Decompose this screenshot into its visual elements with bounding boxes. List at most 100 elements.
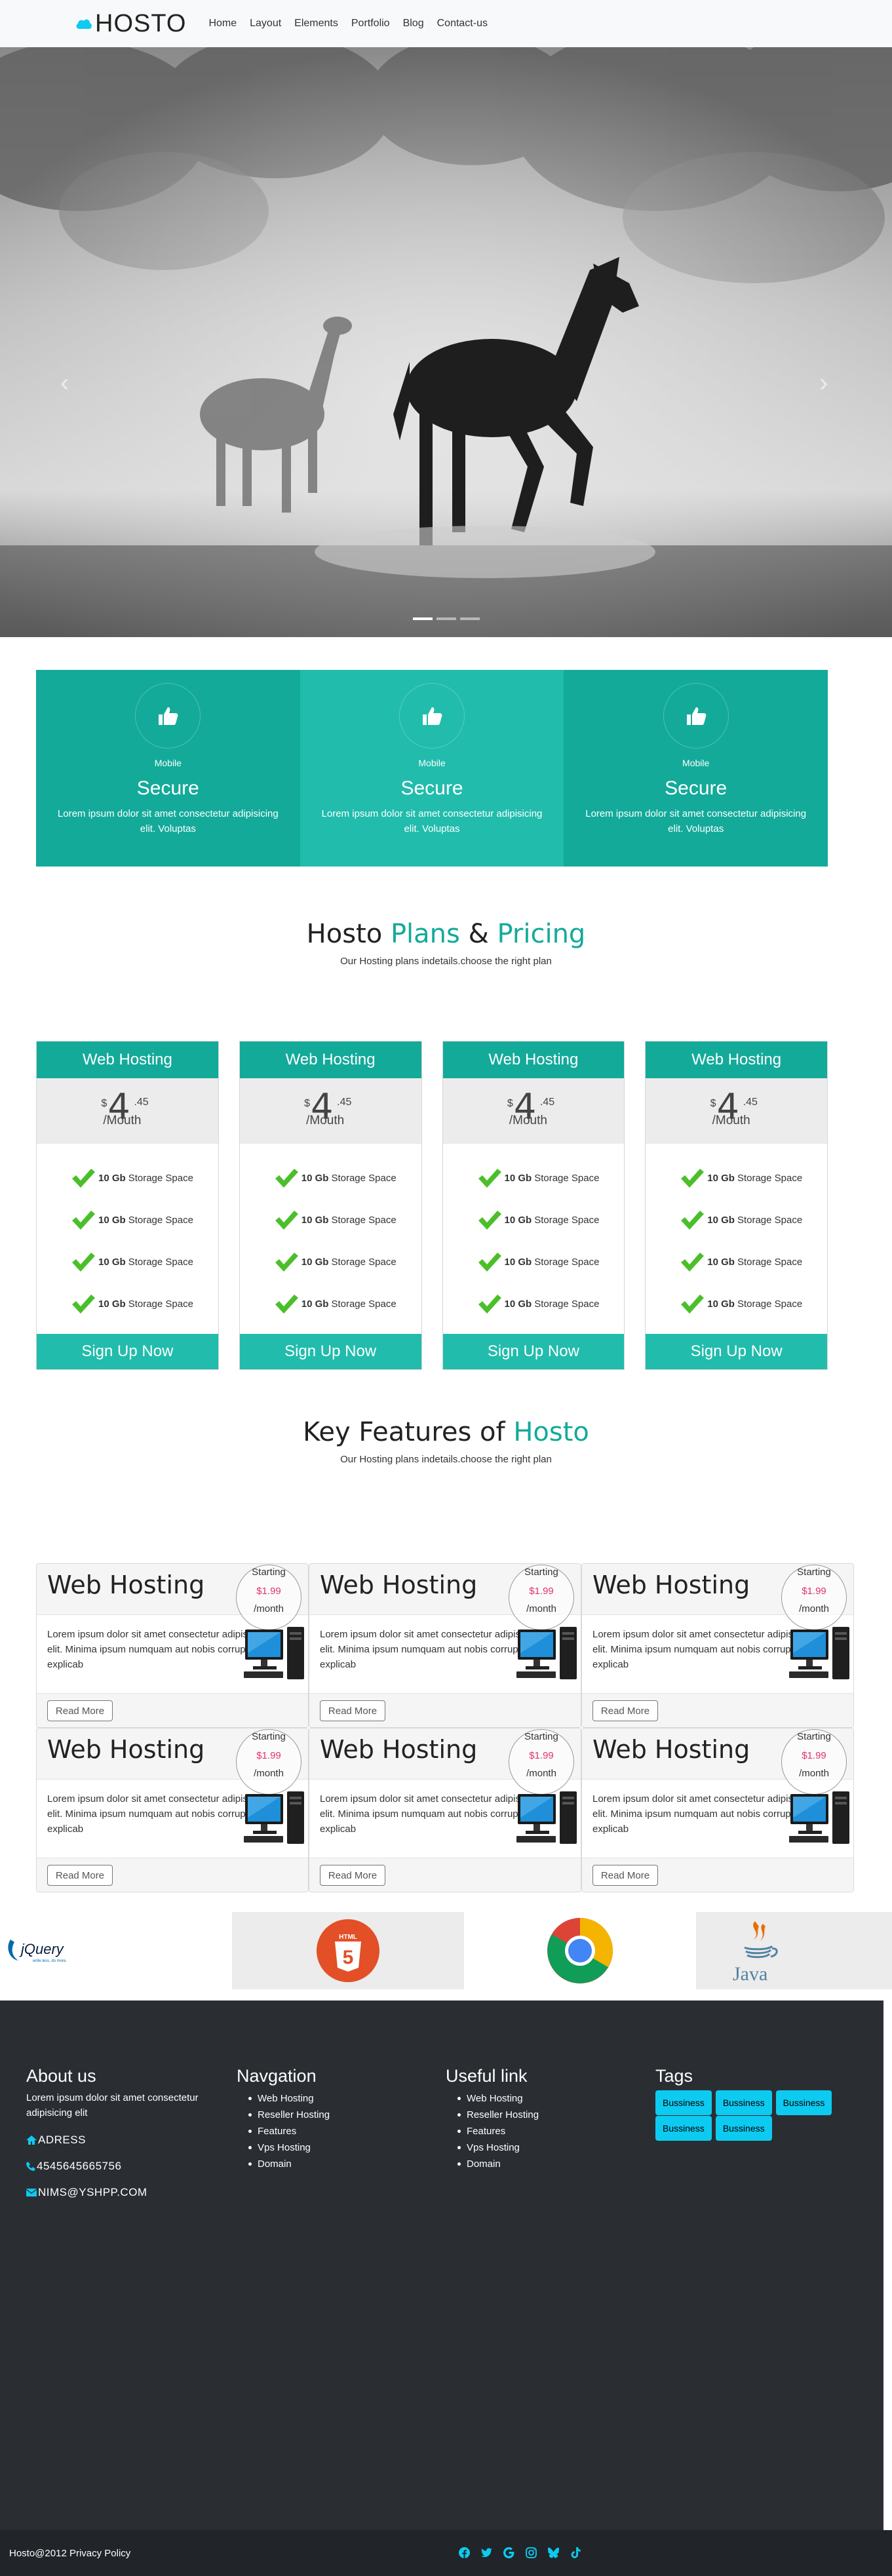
tech-logos: jQuery write less, do more. HTML 5 Java xyxy=(0,1912,892,1989)
nav-link-elements[interactable]: Elements xyxy=(288,18,345,29)
plan-feature-qty: 10 Gb xyxy=(98,1172,126,1184)
plan-price: $ 4 .45 /Mouth xyxy=(442,1078,625,1144)
card-footer: Read More xyxy=(309,1693,581,1727)
card-body: Lorem ipsum dolor sit amet consectetur a… xyxy=(309,1615,581,1694)
feature-category: Mobile xyxy=(682,758,710,768)
read-more-button[interactable]: Read More xyxy=(47,1700,113,1721)
sign-up-button[interactable]: Sign Up Now xyxy=(442,1334,625,1369)
plan-name: Web Hosting xyxy=(239,1042,421,1078)
tag-button[interactable]: Bussiness xyxy=(715,2116,772,2141)
social-links xyxy=(459,2547,581,2558)
read-more-button[interactable]: Read More xyxy=(320,1700,385,1721)
footer-useful-link[interactable]: Features xyxy=(457,2123,539,2139)
plan-price: $ 4 .45 /Mouth xyxy=(37,1078,218,1144)
read-more-button[interactable]: Read More xyxy=(592,1865,658,1886)
card-body: Lorem ipsum dolor sit amet consectetur a… xyxy=(582,1780,853,1858)
card-title: Web Hosting xyxy=(47,1735,205,1764)
carousel-prev-icon[interactable]: ‹ xyxy=(60,368,69,398)
google-icon[interactable] xyxy=(503,2547,514,2558)
facebook-icon[interactable] xyxy=(459,2547,470,2558)
plan-period: /Mouth xyxy=(103,1114,142,1127)
footer-useful-list: Web Hosting Reseller Hosting Features Vp… xyxy=(446,2090,539,2172)
footer-address: ADRESS xyxy=(26,2134,223,2147)
tag-list: Bussiness Bussiness Bussiness Bussiness … xyxy=(655,2090,852,2141)
read-more-button[interactable]: Read More xyxy=(320,1865,385,1886)
read-more-button[interactable]: Read More xyxy=(47,1865,113,1886)
carousel-next-icon[interactable]: › xyxy=(819,368,828,398)
sign-up-button[interactable]: Sign Up Now xyxy=(646,1334,827,1369)
footer-useful-link[interactable]: Reseller Hosting xyxy=(457,2107,539,2123)
key-feature-card: Web Hosting Starting $1.99 /month Lorem … xyxy=(581,1563,854,1728)
plans-title: Hosto Plans & Pricing xyxy=(306,919,586,949)
nav-link-blog[interactable]: Blog xyxy=(397,18,431,29)
plan-feature-list: 10 Gb Storage Space 10 Gb Storage Space … xyxy=(37,1144,218,1334)
nav-link-portfolio[interactable]: Portfolio xyxy=(345,18,397,29)
carousel-indicator-1[interactable] xyxy=(412,617,433,620)
plan-feature-label: Storage Space xyxy=(128,1256,193,1268)
key-feature-card: Web Hosting Starting $1.99 /month Lorem … xyxy=(36,1563,309,1728)
feature-description: Lorem ipsum dolor sit amet consectetur a… xyxy=(57,808,279,834)
hero-carousel: ‹ › xyxy=(0,47,892,637)
plan-feature-list: 10 Gb Storage Space 10 Gb Storage Space … xyxy=(646,1144,827,1334)
footer-nav-link[interactable]: Domain xyxy=(248,2156,330,2172)
tag-button[interactable]: Bussiness xyxy=(715,2090,772,2115)
plan-feature-label: Storage Space xyxy=(534,1256,600,1268)
plan-feature-list: 10 Gb Storage Space 10 Gb Storage Space … xyxy=(240,1144,421,1334)
svg-text:HTML: HTML xyxy=(339,1934,357,1941)
carousel-indicator-3[interactable] xyxy=(459,617,480,620)
bluesky-icon[interactable] xyxy=(548,2547,559,2558)
key-feature-card: Web Hosting Starting $1.99 /month Lorem … xyxy=(36,1728,309,1892)
card-body: Lorem ipsum dolor sit amet consectetur a… xyxy=(582,1615,853,1694)
phone-icon xyxy=(26,2162,35,2171)
plan-feature-qty: 10 Gb xyxy=(301,1256,329,1268)
feature-box: Mobile Secure Lorem ipsum dolor sit amet… xyxy=(564,670,828,867)
key-features-subtitle: Our Hosting plans indetails.choose the r… xyxy=(340,1454,552,1465)
tag-button[interactable]: Bussiness xyxy=(655,2116,712,2141)
plan-currency: $ xyxy=(101,1098,107,1109)
brand-name: HOSTO xyxy=(95,9,187,37)
plan-feature: 10 Gb Storage Space xyxy=(443,1241,625,1283)
badge-price: $1.99 xyxy=(802,1750,826,1761)
carousel-indicator-2[interactable] xyxy=(436,617,456,620)
footer-nav-link[interactable]: Vps Hosting xyxy=(248,2139,330,2156)
plan-feature: 10 Gb Storage Space xyxy=(646,1283,827,1325)
plan-feature-label: Storage Space xyxy=(128,1214,193,1226)
plan-feature-qty: 10 Gb xyxy=(504,1298,532,1310)
key-feature-card: Web Hosting Starting $1.99 /month Lorem … xyxy=(309,1728,581,1892)
plan-feature-label: Storage Space xyxy=(737,1298,803,1310)
badge-period: /month xyxy=(526,1603,556,1614)
nav-links: Home Layout Elements Portfolio Blog Cont… xyxy=(202,18,494,29)
sign-up-button[interactable]: Sign Up Now xyxy=(239,1334,421,1369)
nav-link-home[interactable]: Home xyxy=(202,18,243,29)
footer-useful-link[interactable]: Vps Hosting xyxy=(457,2139,539,2156)
checkmark-icon xyxy=(478,1211,501,1230)
card-footer: Read More xyxy=(37,1693,308,1727)
read-more-button[interactable]: Read More xyxy=(592,1700,658,1721)
plan-feature-label: Storage Space xyxy=(331,1214,397,1226)
plan-feature: 10 Gb Storage Space xyxy=(646,1241,827,1283)
tag-button[interactable]: Bussiness xyxy=(775,2090,832,2115)
twitter-icon[interactable] xyxy=(481,2547,492,2558)
checkmark-icon xyxy=(275,1211,298,1230)
tag-button[interactable]: Bussiness xyxy=(655,2090,712,2115)
footer-nav-link[interactable]: Reseller Hosting xyxy=(248,2107,330,2123)
plan-feature-label: Storage Space xyxy=(128,1172,193,1184)
footer-useful-link[interactable]: Domain xyxy=(457,2156,539,2172)
tiktok-icon[interactable] xyxy=(570,2547,581,2558)
footer-nav-link[interactable]: Web Hosting xyxy=(248,2090,330,2107)
plan-feature: 10 Gb Storage Space xyxy=(443,1157,625,1199)
sign-up-button[interactable]: Sign Up Now xyxy=(37,1334,218,1369)
instagram-icon[interactable] xyxy=(526,2547,537,2558)
feature-category: Mobile xyxy=(154,758,182,768)
footer-nav-link[interactable]: Features xyxy=(248,2123,330,2139)
plan-feature-label: Storage Space xyxy=(534,1172,600,1184)
plan-currency: $ xyxy=(710,1098,716,1109)
nav-link-layout[interactable]: Layout xyxy=(243,18,288,29)
brand[interactable]: HOSTO xyxy=(75,10,186,38)
footer-useful-link[interactable]: Web Hosting xyxy=(457,2090,539,2107)
computer-icon xyxy=(244,1627,304,1679)
plan-feature-label: Storage Space xyxy=(534,1298,600,1310)
card-title: Web Hosting xyxy=(592,1571,750,1599)
bottom-bar: Hosto@2012 Privacy Policy xyxy=(0,2530,892,2576)
nav-link-contact[interactable]: Contact-us xyxy=(431,18,494,29)
